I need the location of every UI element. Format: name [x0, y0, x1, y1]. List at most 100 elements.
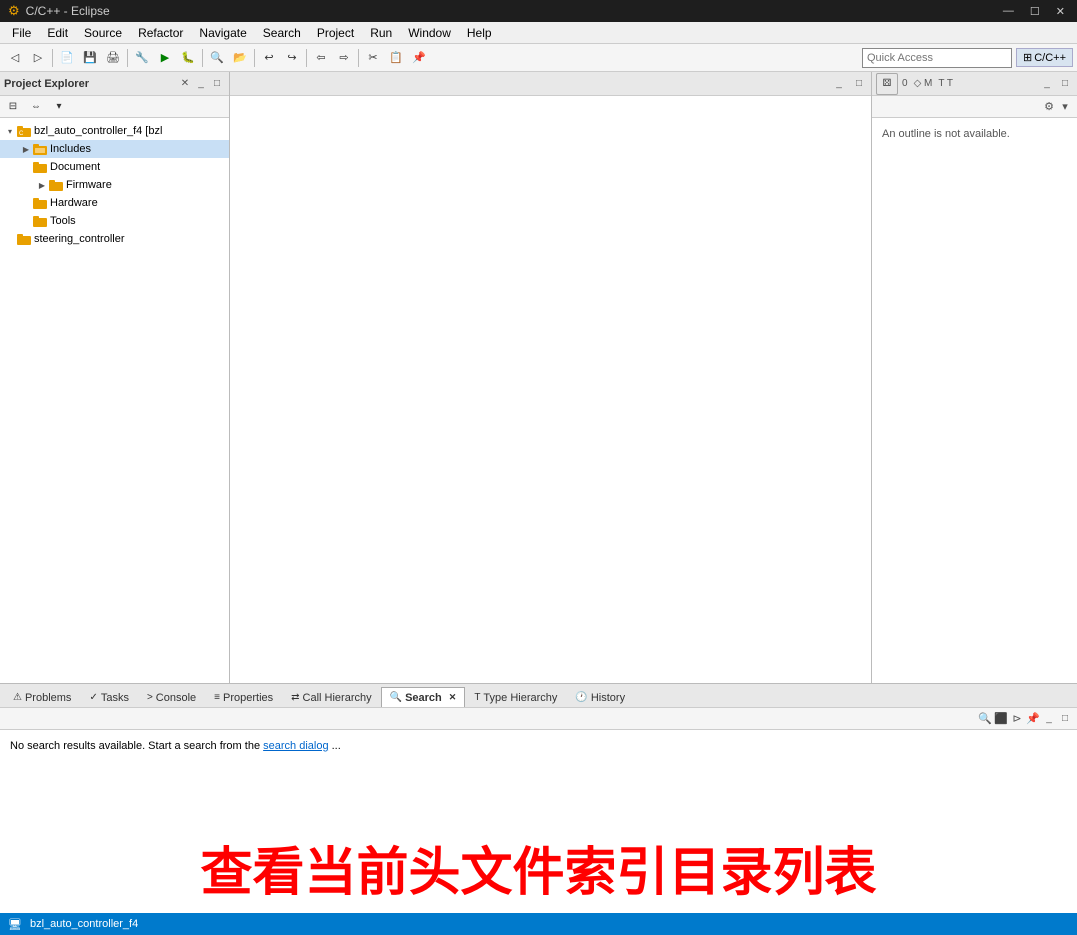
toolbar-undo-button[interactable]: ↩	[258, 47, 280, 69]
toolbar-arrow-left[interactable]: ⇦	[310, 47, 332, 69]
tree-icon-steering	[16, 231, 32, 247]
tree-label-root: bzl_auto_controller_f4 [bzl	[34, 125, 162, 137]
bottom-filter-icon[interactable]: ⊳	[1009, 711, 1025, 727]
toolbar-debug-button[interactable]: 🐛	[177, 47, 199, 69]
tree-arrow-includes[interactable]: ▶	[20, 143, 32, 155]
bottom-tab-tasks[interactable]: ✓ Tasks	[80, 687, 138, 707]
tree-arrow-firmware[interactable]: ▶	[36, 179, 48, 191]
tree-icon-document	[32, 159, 48, 175]
quick-access-input[interactable]	[862, 48, 1012, 68]
bottom-tab-console[interactable]: >Console	[138, 687, 205, 707]
app-icon: ⚙	[8, 3, 20, 19]
explorer-close-icon[interactable]: ✕	[177, 76, 193, 92]
tree-item-tools[interactable]: Tools	[0, 212, 229, 230]
minimize-button[interactable]: —	[999, 4, 1018, 19]
menu-item-edit[interactable]: Edit	[39, 24, 76, 42]
explorer-minimize-icon[interactable]: _	[193, 76, 209, 92]
bottom-tab-label-tasks: Tasks	[101, 692, 129, 704]
close-button[interactable]: ✕	[1052, 4, 1069, 19]
explorer-link-btn[interactable]: ⇔	[25, 96, 47, 118]
tree-label-firmware: Firmware	[66, 179, 112, 191]
tree-label-steering: steering_controller	[34, 233, 125, 245]
tree-item-document[interactable]: Document	[0, 158, 229, 176]
bottom-tab-icon-tasks: ✓	[89, 692, 97, 703]
status-project-icon: 🖥	[8, 918, 22, 931]
bottom-tab-label-typehierarchy: Type Hierarchy	[483, 692, 557, 704]
outline-maximize-icon[interactable]: □	[1057, 76, 1073, 92]
toolbar-copy-button[interactable]: 📋	[385, 47, 407, 69]
tree-item-root[interactable]: ▾Cbzl_auto_controller_f4 [bzl	[0, 122, 229, 140]
toolbar-cut-button[interactable]: ✂	[362, 47, 384, 69]
explorer-menu-btn[interactable]: ▾	[48, 96, 70, 118]
maximize-button[interactable]: ☐	[1026, 4, 1044, 19]
bottom-minimize-icon[interactable]: _	[1041, 711, 1057, 727]
explorer-collapse-btn[interactable]: ⊟	[2, 96, 24, 118]
toolbar-arrow-right[interactable]: ⇨	[333, 47, 355, 69]
perspective-icon: ⊞	[1023, 51, 1032, 64]
outline-menu-icon[interactable]: ▾	[1057, 99, 1073, 115]
menu-item-file[interactable]: File	[4, 24, 39, 42]
bottom-tab-properties[interactable]: ≡Properties	[205, 687, 282, 707]
bottom-tab-callhierarchy[interactable]: ⇄Call Hierarchy	[282, 687, 380, 707]
bottom-panel: ⚠Problems ✓ Tasks >Console≡Properties⇄Call …	[0, 683, 1077, 913]
menu-item-window[interactable]: Window	[400, 24, 459, 42]
toolbar: ◁ ▷ 📄 💾 🖨 🔧 ▶ 🐛 🔍 📂 ↩ ↪ ⇦ ⇨ ✂ 📋 📌 ⊞ C/C+…	[0, 44, 1077, 72]
menu-item-refactor[interactable]: Refactor	[130, 24, 191, 42]
bottom-tab-history[interactable]: 🕐History	[566, 687, 634, 707]
editor-content[interactable]	[230, 96, 871, 683]
toolbar-redo-button[interactable]: ↪	[281, 47, 303, 69]
outline-minimize-icon[interactable]: _	[1039, 76, 1055, 92]
menu-item-navigate[interactable]: Navigate	[191, 24, 254, 42]
toolbar-forward-button[interactable]: ▷	[27, 47, 49, 69]
toolbar-print-button[interactable]: 🖨	[102, 47, 124, 69]
toolbar-save-button[interactable]: 💾	[79, 47, 101, 69]
menu-item-help[interactable]: Help	[459, 24, 500, 42]
outline-type-btn-0[interactable]: ⚄	[876, 73, 898, 95]
tree-arrow-steering[interactable]	[4, 233, 16, 245]
tree-item-steering[interactable]: steering_controller	[0, 230, 229, 248]
bottom-maximize-icon[interactable]: □	[1057, 711, 1073, 727]
bottom-tab-problems[interactable]: ⚠Problems	[4, 687, 80, 707]
perspective-button[interactable]: ⊞ C/C++	[1016, 48, 1073, 67]
content-area: Project Explorer ✕ _ □ ⊟ ⇔ ▾ ▾Cbzl_auto_…	[0, 72, 1077, 913]
tree-icon-root: C	[16, 123, 32, 139]
tree-arrow-root[interactable]: ▾	[4, 125, 16, 137]
tree-arrow-document[interactable]	[20, 161, 32, 173]
toolbar-run-button[interactable]: ▶	[154, 47, 176, 69]
tree-item-firmware[interactable]: ▶ Firmware	[0, 176, 229, 194]
menu-item-search[interactable]: Search	[255, 24, 309, 42]
tree-item-includes[interactable]: ▶Includes	[0, 140, 229, 158]
toolbar-open-button[interactable]: 📂	[229, 47, 251, 69]
menu-item-run[interactable]: Run	[362, 24, 400, 42]
bottom-stop-icon[interactable]: ⬛	[993, 711, 1009, 727]
search-dialog-link[interactable]: search dialog	[263, 740, 328, 752]
menu-item-source[interactable]: Source	[76, 24, 130, 42]
tree-arrow-hardware[interactable]	[20, 197, 32, 209]
status-project-name: bzl_auto_controller_f4	[30, 918, 138, 930]
toolbar-sep-5	[306, 49, 307, 67]
outline-message: An outline is not available.	[882, 128, 1010, 140]
editor-maximize-icon[interactable]: □	[851, 76, 867, 92]
bottom-tab-close-search[interactable]: ✕	[449, 692, 457, 703]
outline-count-0: 0	[902, 78, 908, 89]
bottom-tab-typehierarchy[interactable]: TType Hierarchy	[465, 687, 566, 707]
outline-settings-icon[interactable]: ⚙	[1041, 99, 1057, 115]
toolbar-build-button[interactable]: 🔧	[131, 47, 153, 69]
title-bar: ⚙ C/C++ - Eclipse — ☐ ✕	[0, 0, 1077, 22]
explorer-maximize-icon[interactable]: □	[209, 76, 225, 92]
bottom-tabs: ⚠Problems ✓ Tasks >Console≡Properties⇄Call …	[0, 684, 1077, 708]
project-explorer-panel: Project Explorer ✕ _ □ ⊟ ⇔ ▾ ▾Cbzl_auto_…	[0, 72, 230, 683]
bottom-tab-label-problems: Problems	[25, 692, 71, 704]
toolbar-search-button[interactable]: 🔍	[206, 47, 228, 69]
bottom-search-icon[interactable]: 🔍	[977, 711, 993, 727]
toolbar-paste-button[interactable]: 📌	[408, 47, 430, 69]
tree-item-hardware[interactable]: Hardware	[0, 194, 229, 212]
tree-arrow-tools[interactable]	[20, 215, 32, 227]
bottom-pin-icon[interactable]: 📌	[1025, 711, 1041, 727]
editor-minimize-icon[interactable]: _	[831, 76, 847, 92]
toolbar-back-button[interactable]: ◁	[4, 47, 26, 69]
menu-item-project[interactable]: Project	[309, 24, 362, 42]
bottom-tab-search[interactable]: 🔍Search✕	[381, 687, 466, 707]
toolbar-new-button[interactable]: 📄	[56, 47, 78, 69]
bottom-tab-icon-search: 🔍	[390, 692, 402, 703]
